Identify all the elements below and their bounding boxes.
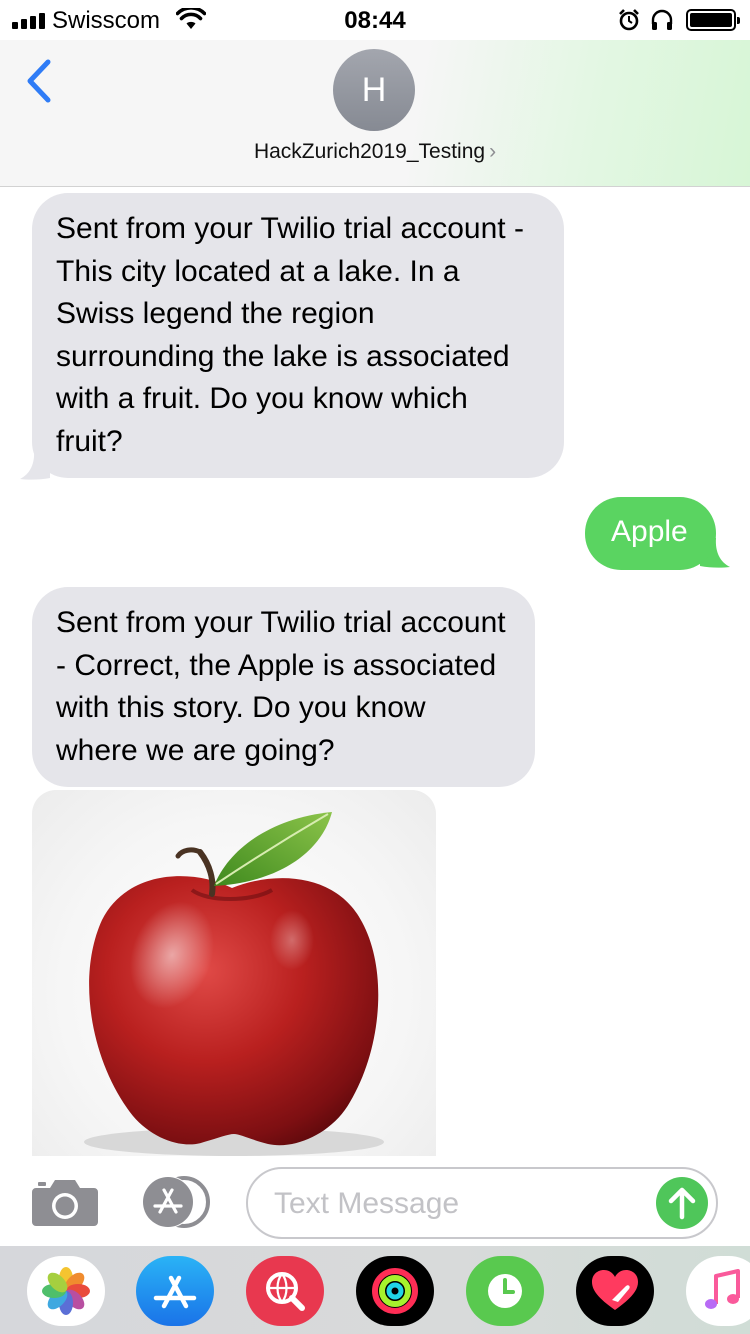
app-store-app-icon[interactable] — [136, 1256, 214, 1326]
web-search-app-icon[interactable] — [246, 1256, 324, 1326]
digital-touch-app-icon[interactable] — [576, 1256, 654, 1326]
image-attachment[interactable] — [32, 790, 436, 1156]
battery-icon — [686, 9, 740, 31]
chevron-right-icon: › — [489, 140, 497, 163]
alarm-icon — [619, 9, 639, 31]
message-text: Apple — [611, 515, 688, 548]
photos-app-icon[interactable] — [27, 1256, 105, 1326]
camera-icon[interactable] — [32, 1176, 98, 1226]
contact-avatar[interactable]: H — [333, 49, 415, 131]
contact-name: HackZurich2019_Testing — [253, 140, 486, 163]
headphones-icon — [651, 9, 673, 30]
send-arrow-icon[interactable] — [656, 1177, 708, 1229]
message-input-bar: Text Message — [0, 1156, 750, 1246]
imessage-app-drawer — [0, 1246, 750, 1334]
contact-name-button[interactable]: HackZurich2019_Testing › — [0, 140, 750, 164]
clock-app-icon[interactable] — [466, 1256, 544, 1326]
message-text-field[interactable]: Text Message — [246, 1167, 718, 1239]
message-bubble-sent[interactable]: Apple — [585, 497, 716, 570]
message-text: Sent from your Twilio trial account - Co… — [56, 606, 506, 767]
status-bar: Swisscom 08:44 — [0, 0, 750, 40]
message-text: Sent from your Twilio trial account - Th… — [56, 212, 524, 458]
message-bubble-received[interactable]: Sent from your Twilio trial account - Th… — [32, 193, 564, 478]
apple-image — [84, 812, 384, 1156]
message-bubble-received[interactable]: Sent from your Twilio trial account - Co… — [32, 587, 535, 787]
music-app-icon[interactable] — [686, 1256, 750, 1326]
message-placeholder: Text Message — [274, 1187, 460, 1220]
conversation-header: H HackZurich2019_Testing › — [0, 40, 750, 187]
activity-app-icon[interactable] — [356, 1256, 434, 1326]
back-chevron-icon[interactable] — [22, 58, 56, 104]
apps-button-icon[interactable] — [139, 1176, 213, 1230]
message-list[interactable]: Sent from your Twilio trial account - Th… — [0, 188, 750, 1156]
